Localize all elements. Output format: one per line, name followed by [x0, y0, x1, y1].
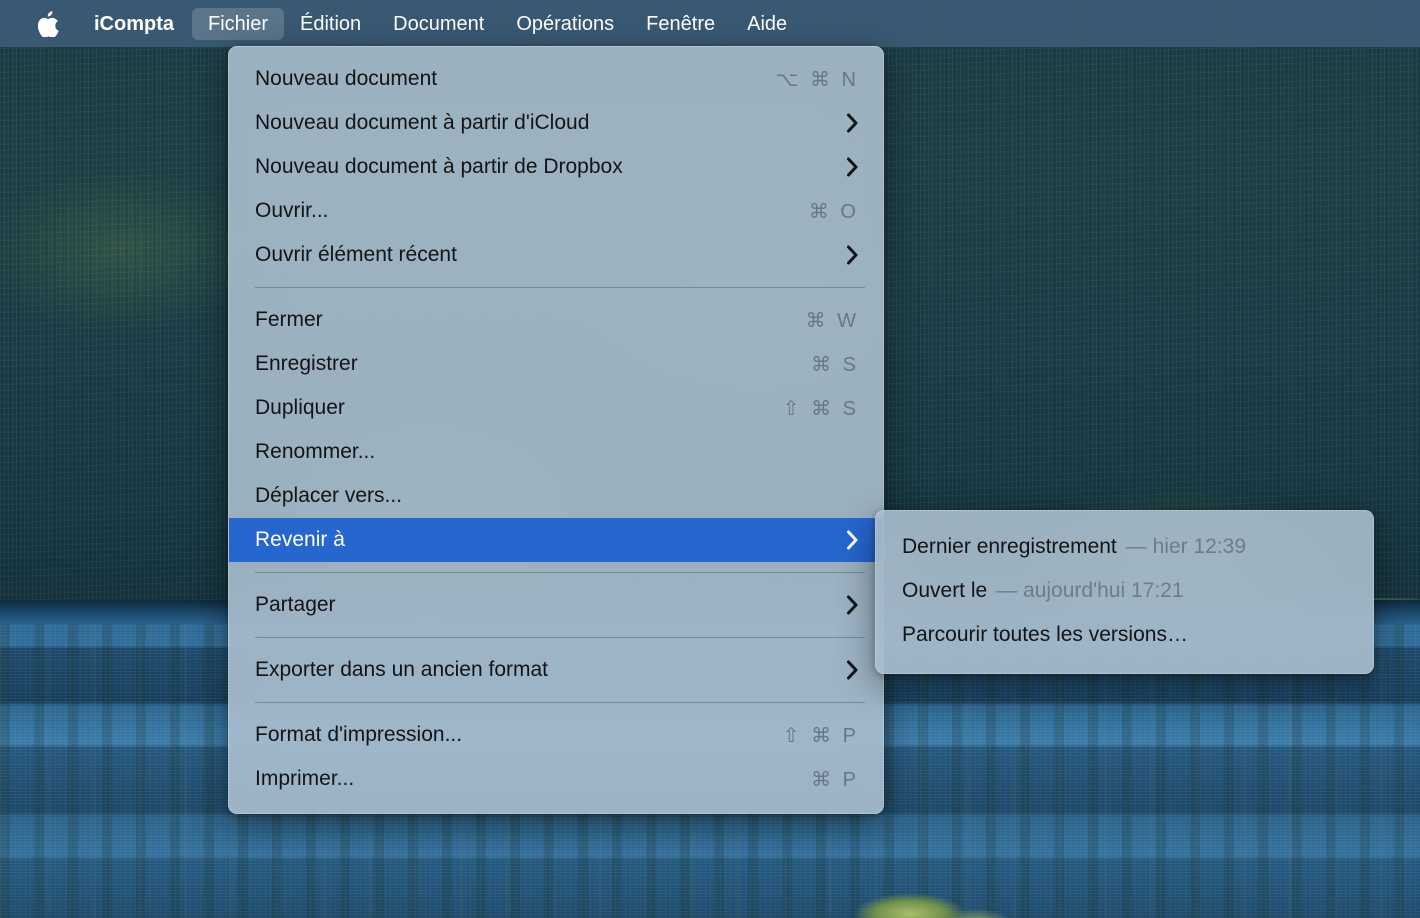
submenu-item-dernier-enregistrement[interactable]: Dernier enregistrement — hier 12:39	[876, 525, 1373, 569]
menu-item-shortcut: ⌘ W	[805, 309, 859, 332]
menu-item-dupliquer[interactable]: Dupliquer ⇧ ⌘ S	[229, 386, 883, 430]
menu-item-label: Partager	[255, 593, 336, 616]
menu-bar: iCompta Fichier Édition Document Opérati…	[0, 0, 1420, 47]
menu-item-label: Enregistrer	[255, 352, 358, 375]
menu-item-label: Imprimer...	[255, 767, 355, 790]
menu-item-nouveau-document-icloud[interactable]: Nouveau document à partir d'iCloud	[229, 101, 883, 145]
menu-separator	[255, 702, 865, 703]
menu-item-ouvrir-element-recent[interactable]: Ouvrir élément récent	[229, 233, 883, 277]
menu-separator	[255, 637, 865, 638]
menubar-item-icompta[interactable]: iCompta	[82, 8, 192, 40]
menu-item-deplacer-vers[interactable]: Déplacer vers...	[229, 474, 883, 518]
menu-item-label: Renommer...	[255, 440, 376, 463]
menu-item-enregistrer[interactable]: Enregistrer ⌘ S	[229, 342, 883, 386]
menu-item-label: Fermer	[255, 308, 323, 331]
menu-item-nouveau-document[interactable]: Nouveau document ⌥ ⌘ N	[229, 57, 883, 101]
menu-item-label: Dupliquer	[255, 396, 345, 419]
menu-item-shortcut: ⌥ ⌘ N	[775, 68, 859, 91]
menu-item-label: Ouvrir...	[255, 199, 329, 222]
submenu-item-label: Ouvert le	[902, 579, 988, 602]
submenu-item-ouvert-le[interactable]: Ouvert le — aujourd'hui 17:21	[876, 569, 1373, 613]
menu-item-partager[interactable]: Partager	[229, 583, 883, 627]
menu-item-label: Nouveau document à partir de Dropbox	[255, 155, 623, 178]
menubar-item-fichier[interactable]: Fichier	[192, 7, 285, 40]
apple-logo-icon[interactable]	[36, 9, 62, 39]
menu-item-revenir-a[interactable]: Revenir à	[229, 518, 883, 562]
chevron-right-icon	[846, 660, 861, 680]
chevron-right-icon	[846, 245, 861, 265]
chevron-right-icon	[846, 157, 861, 177]
menu-item-label: Nouveau document à partir d'iCloud	[255, 111, 590, 134]
menu-item-label: Revenir à	[255, 528, 345, 551]
menu-separator	[255, 287, 865, 288]
menu-item-label: Ouvrir élément récent	[255, 243, 457, 266]
submenu-item-parcourir-versions[interactable]: Parcourir toutes les versions…	[876, 613, 1373, 657]
file-dropdown-menu: Nouveau document ⌥ ⌘ N Nouveau document …	[228, 46, 884, 814]
menu-item-shortcut: ⇧ ⌘ S	[782, 397, 859, 420]
revert-to-submenu: Dernier enregistrement — hier 12:39 Ouve…	[875, 510, 1374, 674]
menu-item-label: Déplacer vers...	[255, 484, 403, 507]
menu-item-imprimer[interactable]: Imprimer... ⌘ P	[229, 757, 883, 801]
chevron-right-icon	[846, 113, 861, 133]
menu-item-label: Nouveau document	[255, 67, 438, 90]
desktop: iCompta Fichier Édition Document Opérati…	[0, 0, 1420, 918]
menu-item-label: Format d'impression...	[255, 723, 463, 746]
menu-item-renommer[interactable]: Renommer...	[229, 430, 883, 474]
submenu-item-label: Dernier enregistrement	[902, 535, 1117, 558]
menu-item-nouveau-document-dropbox[interactable]: Nouveau document à partir de Dropbox	[229, 145, 883, 189]
menu-item-shortcut: ⇧ ⌘ P	[782, 724, 859, 747]
chevron-right-icon	[846, 530, 861, 550]
menubar-item-document[interactable]: Document	[377, 8, 500, 40]
menu-item-exporter-ancien-format[interactable]: Exporter dans un ancien format	[229, 648, 883, 692]
submenu-item-detail: — aujourd'hui 17:21	[996, 579, 1184, 602]
menu-separator	[255, 572, 865, 573]
menu-item-ouvrir[interactable]: Ouvrir... ⌘ O	[229, 189, 883, 233]
menu-item-label: Exporter dans un ancien format	[255, 658, 548, 681]
menubar-item-operations[interactable]: Opérations	[500, 8, 630, 40]
menubar-item-fenetre[interactable]: Fenêtre	[630, 8, 731, 40]
chevron-right-icon	[846, 595, 861, 615]
menu-item-shortcut: ⌘ O	[808, 200, 859, 223]
menubar-item-aide[interactable]: Aide	[731, 8, 803, 40]
menubar-item-edition[interactable]: Édition	[284, 8, 377, 40]
submenu-item-label: Parcourir toutes les versions…	[902, 623, 1188, 646]
menu-item-fermer[interactable]: Fermer ⌘ W	[229, 298, 883, 342]
menu-item-shortcut: ⌘ P	[811, 768, 859, 791]
menu-item-format-impression[interactable]: Format d'impression... ⇧ ⌘ P	[229, 713, 883, 757]
wallpaper-foreground-shrub	[850, 880, 1050, 918]
menu-item-shortcut: ⌘ S	[811, 353, 859, 376]
submenu-item-detail: — hier 12:39	[1125, 535, 1247, 558]
